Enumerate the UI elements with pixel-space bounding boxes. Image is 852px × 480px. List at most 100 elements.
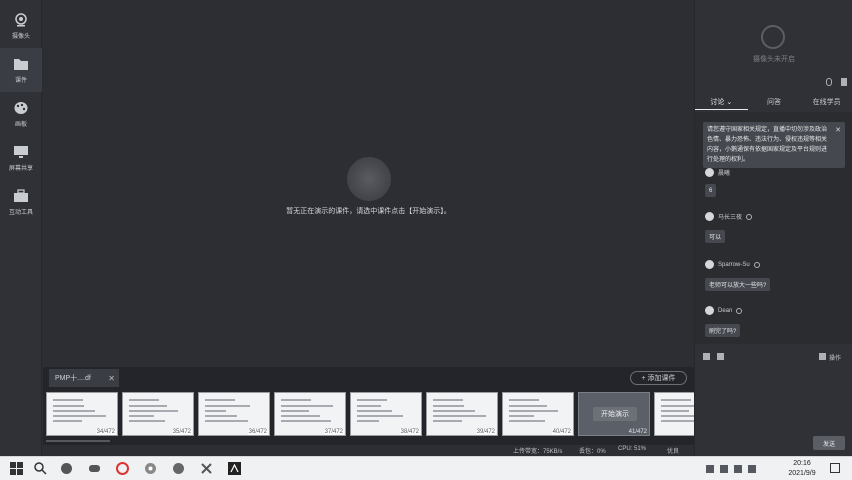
input-method-icon[interactable] xyxy=(748,465,756,473)
toolbar-interactive-tools-button[interactable]: 互动工具 xyxy=(0,180,42,224)
slide-thumbnail[interactable]: 35/472 xyxy=(122,392,194,436)
slide-thumbnail[interactable]: 开始演示 41/472 xyxy=(578,392,650,436)
thumbnail-scrollbar[interactable] xyxy=(46,440,110,442)
packet-loss: 丢包：0% xyxy=(579,449,606,455)
tab-qa[interactable]: 问答 xyxy=(748,94,801,110)
thumbnail-text-line xyxy=(433,415,486,417)
media-icon[interactable] xyxy=(172,462,185,475)
slide-thumbnail[interactable]: 36/472 xyxy=(198,392,270,436)
chat-message: 可以 xyxy=(705,230,726,243)
thumbnail-text-line xyxy=(357,399,387,401)
camera-icon xyxy=(15,12,27,26)
system-tray xyxy=(706,461,756,477)
toolbar-courseware-label: 课件 xyxy=(14,77,27,84)
chat-sender-name: Dean xyxy=(718,307,733,314)
game-icon[interactable] xyxy=(88,462,101,475)
clock-date: 2021/9/9 xyxy=(788,470,816,477)
thumbnail-text-line xyxy=(433,399,463,401)
chat-message: 刷完了吗? xyxy=(705,324,741,337)
add-courseware-button[interactable]: + 添加课件 xyxy=(630,371,687,385)
app-window: 摄像头 课件 画板 屏幕共享 互动工具 暂无正在演示的课件，请选中课件点击【开始… xyxy=(0,0,852,480)
send-button[interactable]: 发送 xyxy=(813,436,845,450)
toolbar-screen-share-button[interactable]: 屏幕共享 xyxy=(0,136,42,180)
thumbnail-text-line xyxy=(53,415,106,417)
thumbnail-text-line xyxy=(205,415,237,417)
adobe-icon[interactable] xyxy=(228,462,241,475)
role-icon xyxy=(746,213,753,220)
thumbnail-text-line xyxy=(129,405,167,407)
notification-icon[interactable] xyxy=(830,463,840,473)
grid-icon[interactable] xyxy=(819,353,826,360)
thumbnail-text-line xyxy=(509,415,534,417)
presentation-stage: 暂无正在演示的课件，请选中课件点击【开始演示】。 xyxy=(43,0,694,367)
chat-sender: 晨曦 xyxy=(705,168,730,177)
thumbnail-text-line xyxy=(433,405,464,407)
thumbnail-text-line xyxy=(281,420,331,422)
tab-discussion[interactable]: 讨论 ⌄ xyxy=(695,94,748,110)
toolbar-board-button[interactable]: 画板 xyxy=(0,92,42,136)
cpu-usage: CPU: 51% xyxy=(618,446,647,452)
chevron-up-icon[interactable] xyxy=(706,465,714,473)
toolbar-board-label: 画板 xyxy=(14,121,27,128)
chrome-icon[interactable] xyxy=(144,462,157,475)
slide-thumbnail[interactable]: 38/472 xyxy=(350,392,422,436)
upload-bandwidth: 上传带宽：75KB/s xyxy=(513,449,563,455)
chat-sender: Dean xyxy=(705,306,743,315)
toolbar-screen-share-label: 屏幕共享 xyxy=(8,165,33,172)
thumbnail-text-line xyxy=(205,399,235,401)
chat-message: 老师可以放大一些吗? xyxy=(705,278,771,291)
windows-start-icon[interactable] xyxy=(10,462,23,475)
chat-sender-name: Sparrow-Su xyxy=(718,261,750,268)
thumbnail-text-line xyxy=(205,410,226,412)
status-bar: 上传带宽：75KB/s 丢包：0% CPU: 51% 优良 xyxy=(43,445,694,456)
close-icon[interactable]: ✕ xyxy=(108,374,115,383)
avatar xyxy=(705,306,714,315)
close-icon[interactable]: ✕ xyxy=(835,126,841,136)
slide-thumbnail[interactable]: 39/472 xyxy=(426,392,498,436)
toolbar-camera-button[interactable]: 摄像头 xyxy=(0,4,42,48)
left-toolbar: 摄像头 课件 画板 屏幕共享 互动工具 xyxy=(0,0,42,456)
thumbnail-text-line xyxy=(509,410,558,412)
thumbnail-text-line xyxy=(53,405,84,407)
toolbar-courseware-button[interactable]: 课件 xyxy=(0,48,42,92)
notice-text: 请您遵守国家相关规定，直播中切勿涉及政治色情、暴力恐怖、违法行为、侵权违规等相关… xyxy=(707,127,828,163)
empty-stage-message: 暂无正在演示的课件，请选中课件点击【开始演示】。 xyxy=(286,208,451,215)
slide-thumbnail[interactable]: 40/472 xyxy=(502,392,574,436)
image-icon[interactable] xyxy=(717,353,724,360)
slide-page-number: 38/472 xyxy=(399,429,420,435)
clock[interactable]: 20:16 2021/9/9 xyxy=(780,459,824,479)
camera-preview: 摄像头未开启 xyxy=(695,0,852,86)
thumbnail-text-line xyxy=(281,415,320,417)
palette-icon xyxy=(14,101,28,114)
thumbnail-text-line xyxy=(357,410,392,412)
tab-online-students[interactable]: 在线学员 xyxy=(800,94,852,110)
thumbnail-text-line xyxy=(357,420,379,422)
chat-sender: Sparrow-Su xyxy=(705,260,760,269)
thumbnail-text-line xyxy=(661,399,691,401)
chat-sender-name: 晨曦 xyxy=(718,171,731,177)
thumbnail-text-line xyxy=(661,410,689,412)
speaker-icon[interactable] xyxy=(841,78,847,86)
slide-page-number: 39/472 xyxy=(475,429,496,435)
start-presentation-button[interactable]: 开始演示 xyxy=(593,407,637,421)
thumbnail-text-line xyxy=(509,405,547,407)
volume-icon[interactable] xyxy=(734,465,742,473)
avatar xyxy=(705,212,714,221)
toolbar-interactive-tools-label: 互动工具 xyxy=(8,209,33,216)
clock-time: 20:16 xyxy=(793,460,811,467)
emoji-icon[interactable] xyxy=(703,353,710,360)
search-icon[interactable] xyxy=(34,462,47,475)
slide-thumbnail[interactable]: 37/472 xyxy=(274,392,346,436)
slide-page-number: 34/472 xyxy=(95,429,116,435)
thumbnail-text-line xyxy=(509,420,545,422)
tool-icon[interactable] xyxy=(200,462,213,475)
microphone-icon[interactable] xyxy=(826,78,832,86)
right-panel: 摄像头未开启 讨论 ⌄ 问答 在线学员 晨曦 6 马长三夜 可以 Sparrow… xyxy=(694,0,852,456)
operation-label[interactable]: 操作 xyxy=(829,353,841,362)
thumbnail-text-line xyxy=(509,399,539,401)
app-icon[interactable] xyxy=(60,462,73,475)
slide-thumbnail[interactable]: 34/472 xyxy=(46,392,118,436)
courseware-tab[interactable]: PMP十....df ✕ xyxy=(49,369,119,387)
browser-icon[interactable] xyxy=(116,462,129,475)
network-icon[interactable] xyxy=(720,465,728,473)
